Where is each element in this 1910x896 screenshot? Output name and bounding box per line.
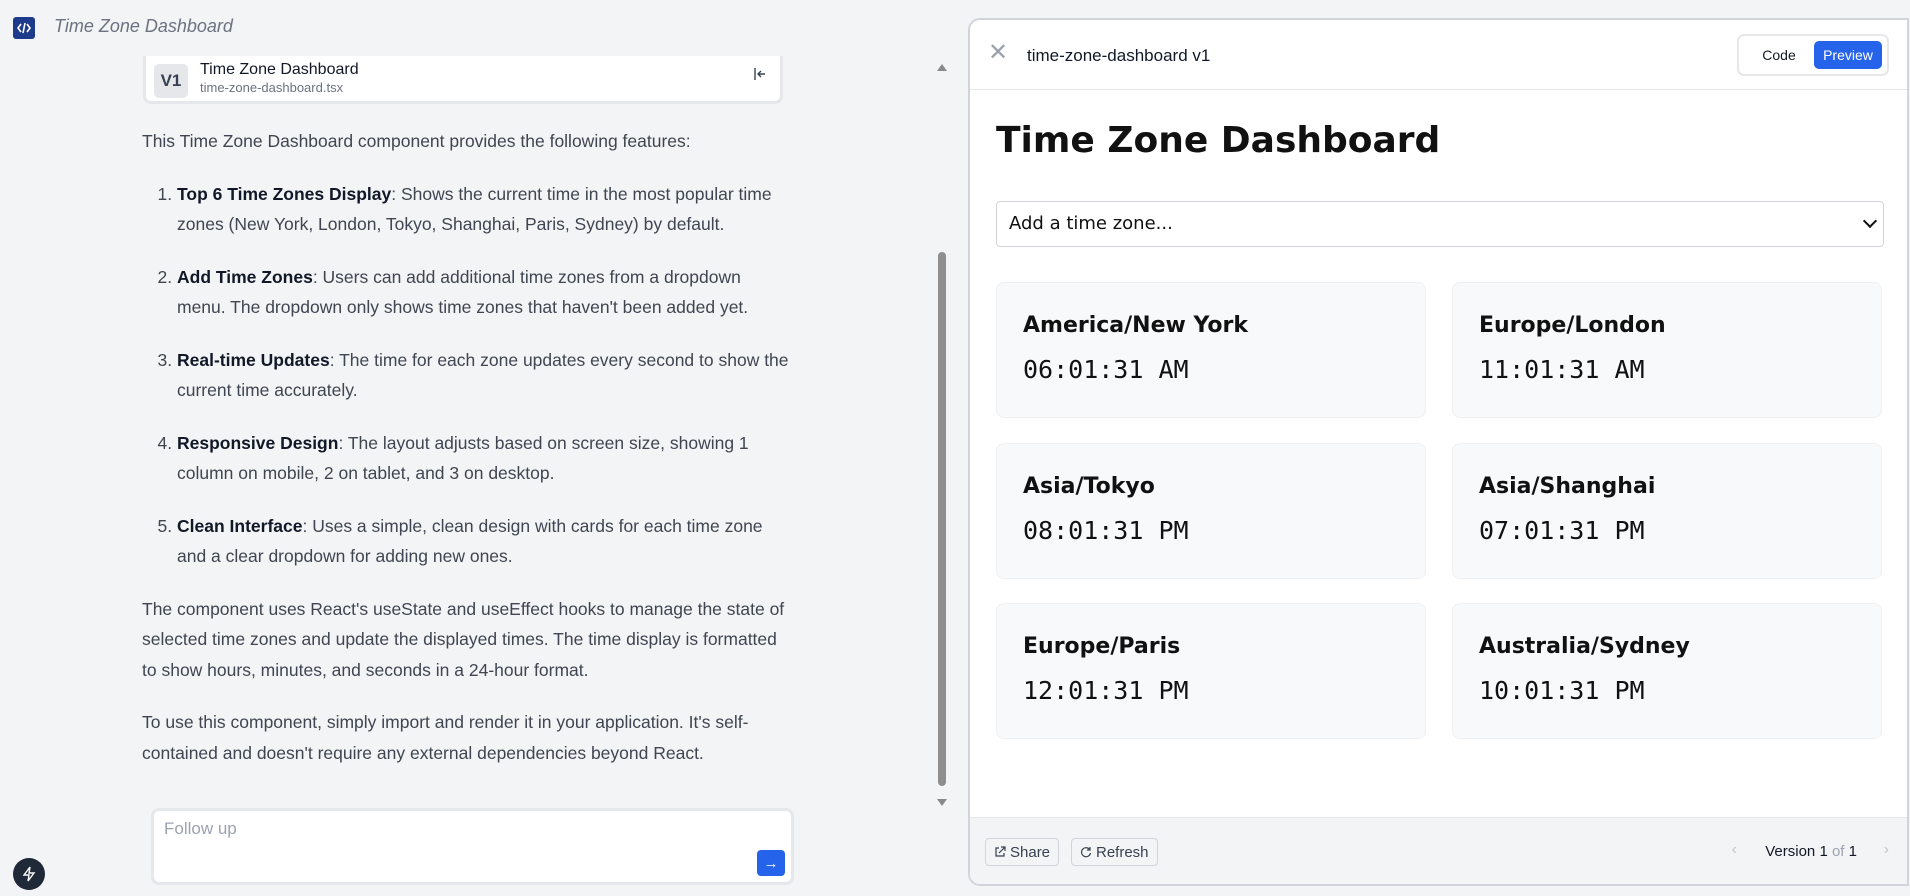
view-toggle: Code Preview [1737, 34, 1889, 76]
list-item: Add Time Zones: Users can add additional… [177, 262, 792, 323]
version-total: 1 [1848, 843, 1857, 860]
zone-time: 12:01:31 PM [1023, 676, 1189, 705]
refresh-label: Refresh [1096, 843, 1149, 861]
app-title: Time Zone Dashboard [54, 16, 233, 36]
timezone-card: Australia/Sydney 10:01:31 PM [1452, 603, 1882, 739]
timezone-card: Europe/Paris 12:01:31 PM [996, 603, 1426, 739]
paragraph: The component uses React's useState and … [142, 598, 785, 680]
preview-tab-button[interactable]: Preview [1814, 41, 1882, 69]
select-placeholder: Add a time zone... [1009, 213, 1173, 234]
followup-box: → [151, 808, 794, 885]
list-item: Responsive Design: The layout adjusts ba… [177, 428, 792, 489]
list-item: Clean Interface: Uses a simple, clean de… [177, 511, 792, 572]
feature-title: Add Time Zones [177, 266, 313, 287]
zone-time: 07:01:31 PM [1479, 516, 1645, 545]
refresh-button[interactable]: Refresh [1071, 838, 1158, 866]
artifact-name: Time Zone Dashboard [200, 61, 359, 78]
list-item: Top 6 Time Zones Display: Shows the curr… [177, 179, 792, 240]
bolt-icon[interactable] [13, 858, 45, 890]
send-button[interactable]: → [757, 850, 785, 876]
preview-area: Time Zone Dashboard Add a time zone... A… [970, 90, 1907, 818]
zone-name: America/New York [1023, 313, 1249, 338]
version-word: Version [1765, 843, 1816, 860]
refresh-icon [1080, 847, 1092, 858]
version-of: of [1831, 843, 1845, 860]
panel-title: time-zone-dashboard v1 [1027, 46, 1211, 65]
share-icon [995, 846, 1006, 857]
intro-text: This Time Zone Dashboard component provi… [142, 131, 691, 151]
zone-time: 11:01:31 AM [1479, 355, 1645, 384]
feature-title: Real-time Updates [177, 349, 330, 370]
code-tab-button[interactable]: Code [1745, 41, 1813, 69]
followup-input[interactable] [162, 817, 726, 871]
share-button[interactable]: Share [985, 838, 1060, 866]
zone-time: 10:01:31 PM [1479, 676, 1645, 705]
chevron-left-icon[interactable]: ‹ [1732, 841, 1737, 859]
zone-name: Australia/Sydney [1479, 634, 1690, 659]
share-label: Share [1010, 843, 1051, 861]
timezone-card: Asia/Shanghai 07:01:31 PM [1452, 443, 1882, 579]
close-icon[interactable]: ✕ [988, 38, 1008, 67]
zone-time: 08:01:31 PM [1023, 516, 1189, 545]
zone-name: Asia/Shanghai [1479, 474, 1656, 499]
zone-name: Europe/Paris [1023, 634, 1181, 659]
feature-title: Responsive Design [177, 432, 339, 453]
feature-title: Top 6 Time Zones Display [177, 183, 392, 204]
chevron-right-icon[interactable]: › [1884, 841, 1889, 859]
version-badge: V1 [154, 64, 188, 98]
feature-title: Clean Interface [177, 515, 303, 536]
collapse-icon[interactable] [752, 66, 768, 82]
chat-message: This Time Zone Dashboard component provi… [142, 126, 792, 790]
dashboard-title: Time Zone Dashboard [996, 120, 1441, 161]
scroll-thumb[interactable] [938, 252, 946, 786]
timezone-select[interactable]: Add a time zone... [996, 201, 1884, 247]
timezone-card: America/New York 06:01:31 AM [996, 282, 1426, 418]
code-icon[interactable] [13, 17, 35, 39]
chevron-down-icon [1862, 213, 1878, 229]
feature-list: Top 6 Time Zones Display: Shows the curr… [142, 179, 792, 572]
preview-panel: ✕ time-zone-dashboard v1 Code Preview Ti… [968, 18, 1909, 886]
timezone-card: Asia/Tokyo 08:01:31 PM [996, 443, 1426, 579]
scroll-up-arrow-icon[interactable] [937, 64, 947, 71]
panel-footer: Share Refresh ‹ Version 1 of 1 › [970, 817, 1907, 884]
zone-time: 06:01:31 AM [1023, 355, 1189, 384]
paragraph: To use this component, simply import and… [142, 712, 749, 763]
artifact-filename: time-zone-dashboard.tsx [200, 80, 344, 95]
artifact-card[interactable]: V1 Time Zone Dashboard time-zone-dashboa… [143, 56, 783, 104]
scroll-down-arrow-icon[interactable] [937, 799, 947, 806]
version-indicator: Version 1 of 1 [1765, 843, 1857, 860]
timezone-card: Europe/London 11:01:31 AM [1452, 282, 1882, 418]
panel-header: ✕ time-zone-dashboard v1 Code Preview [970, 20, 1907, 90]
version-current: 1 [1819, 843, 1828, 860]
chat-scrollbar[interactable] [934, 60, 950, 806]
zone-name: Asia/Tokyo [1023, 474, 1155, 499]
zone-name: Europe/London [1479, 313, 1666, 338]
list-item: Real-time Updates: The time for each zon… [177, 345, 792, 406]
